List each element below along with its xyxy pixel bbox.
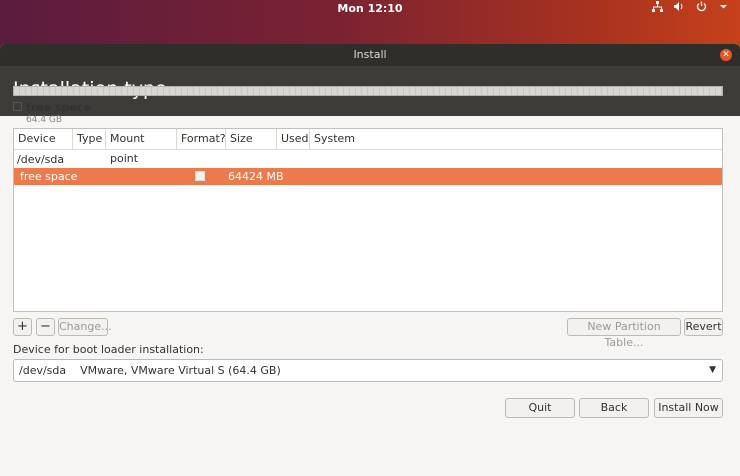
change-partition-button[interactable]: Change... bbox=[58, 318, 112, 336]
clock[interactable]: Mon 12:10 bbox=[0, 2, 740, 15]
top-panel: Mon 12:10 bbox=[0, 0, 740, 18]
window-title: Install bbox=[353, 48, 387, 61]
quit-button[interactable]: Quit bbox=[505, 398, 575, 418]
chevron-down-icon[interactable] bbox=[716, 1, 730, 15]
format-checkbox[interactable] bbox=[195, 171, 205, 181]
row-device: free space bbox=[20, 170, 78, 183]
volume-icon[interactable] bbox=[672, 1, 686, 15]
bootloader-selected-value: /dev/sda VMware, VMware Virtual S (64.4 … bbox=[19, 364, 281, 377]
column-size[interactable]: Size bbox=[226, 129, 277, 149]
table-row[interactable]: free space 64424 MB bbox=[14, 168, 722, 185]
system-tray[interactable] bbox=[650, 1, 730, 15]
column-used[interactable]: Used bbox=[277, 129, 310, 149]
bootloader-select[interactable]: /dev/sda VMware, VMware Virtual S (64.4 … bbox=[13, 359, 723, 382]
legend-size: 64.4 GB bbox=[26, 115, 63, 125]
legend-swatch-icon bbox=[13, 102, 22, 111]
column-format[interactable]: Format? bbox=[177, 129, 226, 149]
window-titlebar[interactable]: Install ✕ bbox=[0, 44, 740, 66]
row-size: 64424 MB bbox=[228, 170, 284, 183]
add-partition-button[interactable]: + bbox=[13, 318, 32, 336]
remove-partition-button[interactable]: − bbox=[36, 318, 55, 336]
power-icon[interactable] bbox=[694, 1, 708, 15]
column-device[interactable]: Device bbox=[14, 129, 73, 149]
column-type[interactable]: Type bbox=[73, 129, 106, 149]
back-button[interactable]: Back bbox=[579, 398, 649, 418]
install-now-button[interactable]: Install Now bbox=[654, 398, 723, 418]
partition-table[interactable]: Device Type Mount point Format? Size Use… bbox=[13, 128, 723, 312]
bootloader-label: Device for boot loader installation: bbox=[13, 343, 204, 356]
partition-bar bbox=[13, 86, 723, 96]
dropdown-arrow-icon: ▼ bbox=[709, 365, 716, 375]
device-name: /dev/sda bbox=[17, 153, 65, 166]
column-mount-point[interactable]: Mount point bbox=[106, 129, 177, 165]
device-row[interactable]: /dev/sda bbox=[14, 151, 722, 168]
close-icon[interactable]: ✕ bbox=[720, 49, 732, 61]
revert-button[interactable]: Revert bbox=[684, 318, 723, 336]
network-icon[interactable] bbox=[650, 1, 664, 15]
partition-legend: free space 64.4 GB bbox=[13, 101, 91, 125]
legend-name: free space bbox=[26, 101, 91, 114]
table-header: Device Type Mount point Format? Size Use… bbox=[14, 129, 722, 165]
column-system[interactable]: System bbox=[310, 129, 722, 149]
new-partition-table-button[interactable]: New Partition Table... bbox=[567, 318, 681, 349]
